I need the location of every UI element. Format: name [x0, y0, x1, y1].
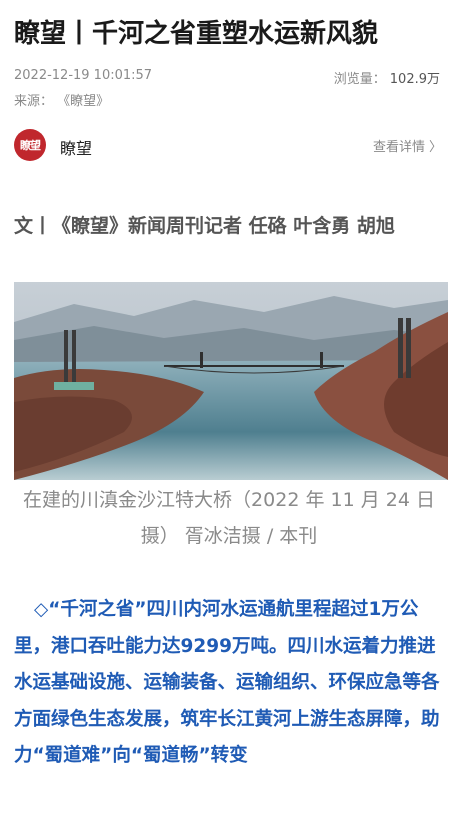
publish-time: 2022-12-19 10:01:57 [14, 68, 153, 83]
view-details-label: 查看详情 [372, 140, 425, 155]
author-name[interactable]: 瞭望 [60, 135, 92, 159]
article-photo[interactable] [14, 282, 448, 480]
source: 来源： 《瞭望》 [14, 90, 109, 109]
view-count-label: 浏览量： [333, 72, 386, 87]
bridge-photo-image [14, 282, 448, 480]
diamond-marker: ◇ [34, 599, 49, 620]
chevron-right-icon: 〉 [428, 140, 442, 155]
author-row: 瞭望 瞭望 查看详情〉 [14, 129, 442, 161]
photo-caption: 在建的川滇金沙江特大桥（2022 年 11 月 24 日摄） 胥冰洁摄 / 本刊 [23, 489, 435, 547]
view-count: 浏览量： 102.9万 [334, 68, 440, 87]
source-label: 来源： [14, 94, 54, 109]
source-name: 《瞭望》 [57, 94, 110, 109]
lead-text: “千河之省”四川内河水运通航里程超过1万公里，港口吞吐能力达9299万吨。四川水… [14, 599, 440, 766]
avatar[interactable]: 瞭望 [14, 129, 46, 161]
article-title: 瞭望丨千河之省重塑水运新风貌 [14, 19, 379, 49]
article-page: 瞭望丨千河之省重塑水运新风貌 2022-12-19 10:01:57 浏览量： 1… [0, 0, 456, 813]
lead-paragraph: ◇“千河之省”四川内河水运通航里程超过1万公里，港口吞吐能力达9299万吨。四川… [14, 592, 446, 775]
view-count-value: 102.9万 [389, 72, 440, 87]
byline: 文丨《瞭望》新闻周刊记者 任硌 叶含勇 胡旭 [14, 215, 395, 237]
view-details-link[interactable]: 查看详情〉 [373, 136, 442, 155]
